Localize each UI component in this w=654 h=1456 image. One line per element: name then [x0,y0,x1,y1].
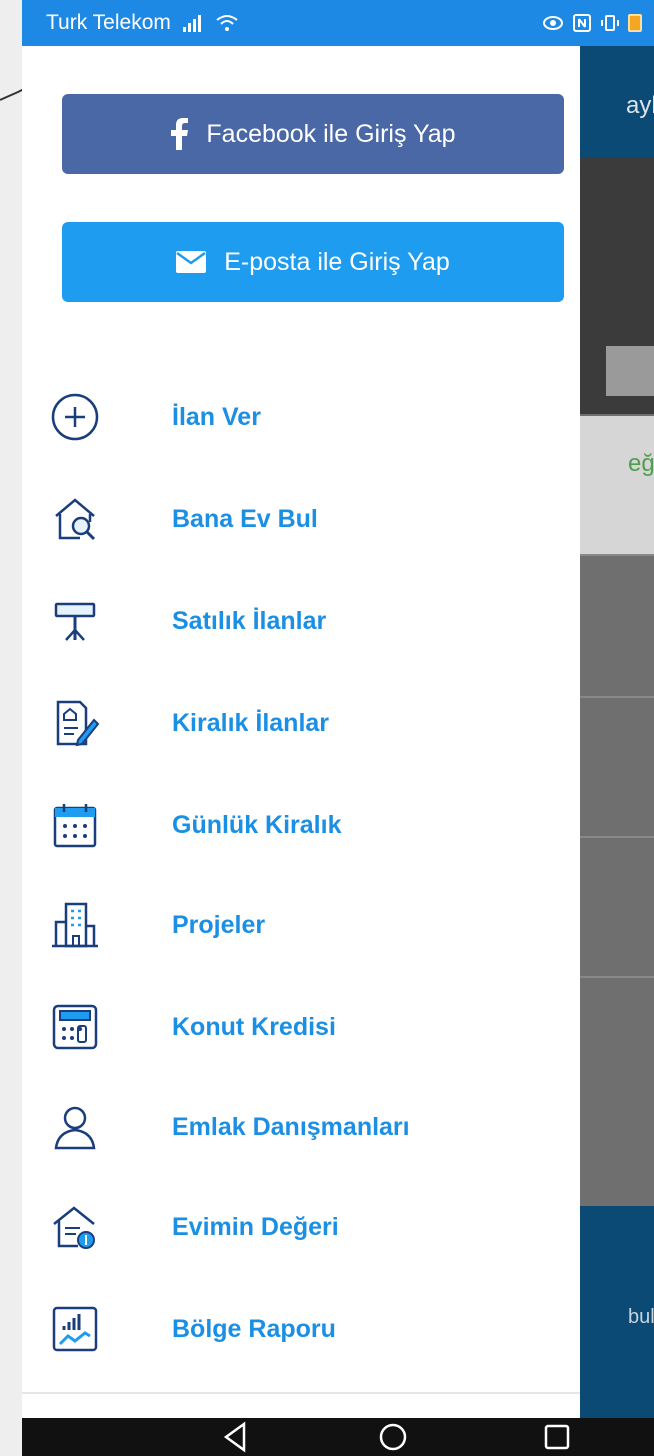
menu-item-evimin-degeri[interactable]: Evimin Değeri [48,1192,568,1262]
background-bottom-text: buls [628,1306,654,1328]
house-search-icon [48,492,102,546]
background-divider [572,976,654,978]
background-divider [572,696,654,698]
eye-icon [542,14,564,32]
menu-item-label: Günlük Kiralık [172,810,342,839]
menu-item-kiralik-ilanlar[interactable]: Kiralık İlanlar [48,688,568,758]
menu-item-label: Evimin Değeri [172,1212,339,1241]
menu-item-bolge-raporu[interactable]: Bölge Raporu [48,1294,568,1364]
menu-item-label: İlan Ver [172,402,261,431]
background-photo-detail [606,346,654,396]
facebook-login-button[interactable]: Facebook ile Giriş Yap [62,94,564,174]
menu-item-label: Konut Kredisi [172,1012,336,1041]
status-right [542,13,642,33]
menu-item-label: Kiralık İlanlar [172,708,330,737]
menu-item-bana-ev-bul[interactable]: Bana Ev Bul [48,484,568,554]
menu-item-projeler[interactable]: Projeler [48,890,568,960]
background-header-text: aylı [626,92,654,119]
background-divider [572,554,654,556]
menu-item-label: Bana Ev Bul [172,504,318,533]
navigation-drawer: Facebook ile Giriş Yap E-posta ile Giriş… [22,46,580,1418]
building-icon [48,898,102,952]
facebook-icon [170,118,189,150]
email-login-label: E-posta ile Giriş Yap [224,247,450,276]
signal-icon [181,13,205,33]
house-money-icon [48,1200,102,1254]
background-card-text: eğiş [628,450,654,477]
background-card: eğiş [572,416,654,556]
menu-item-satilik-ilanlar[interactable]: Satılık İlanlar [48,586,568,656]
status-bar: Turk Telekom [22,0,654,46]
recents-icon[interactable] [540,1420,574,1456]
menu-item-konut-kredisi[interactable]: Konut Kredisi [48,992,568,1062]
calculator-icon [48,1000,102,1054]
wifi-icon [215,13,239,33]
battery-icon [628,14,642,32]
envelope-icon [176,251,207,273]
plus-circle-icon [48,390,102,444]
menu-item-emlak-danismanlari[interactable]: Emlak Danışmanları [48,1092,568,1162]
menu-item-label: Satılık İlanlar [172,606,327,635]
back-icon[interactable] [218,1420,252,1456]
facebook-login-label: Facebook ile Giriş Yap [206,119,456,148]
chart-report-icon [48,1302,102,1356]
document-edit-icon [48,696,102,750]
drawer-divider [22,1392,580,1394]
home-icon[interactable] [376,1420,410,1456]
background-screen: aylı eğiş buls [572,46,654,1418]
background-divider [572,836,654,838]
background-header: aylı [572,46,654,158]
menu-item-label: Projeler [172,910,266,939]
menu-item-label: Bölge Raporu [172,1314,336,1343]
menu-item-gunluk-kiralik[interactable]: Günlük Kiralık [48,790,568,860]
navigation-bar [22,1418,654,1456]
background-bottom-bar: buls [572,1206,654,1418]
person-icon [48,1100,102,1154]
sign-post-icon [48,594,102,648]
status-left: Turk Telekom [46,11,239,35]
menu-item-ilan-ver[interactable]: İlan Ver [48,382,568,452]
nfc-icon [572,13,592,33]
menu-item-label: Emlak Danışmanları [172,1112,410,1141]
vibrate-icon [600,13,620,33]
phone-screen: Turk Telekom ay eğ bul Facebook ile Giri… [22,0,654,1456]
carrier-name: Turk Telekom [46,11,171,34]
email-login-button[interactable]: E-posta ile Giriş Yap [62,222,564,302]
calendar-icon [48,798,102,852]
